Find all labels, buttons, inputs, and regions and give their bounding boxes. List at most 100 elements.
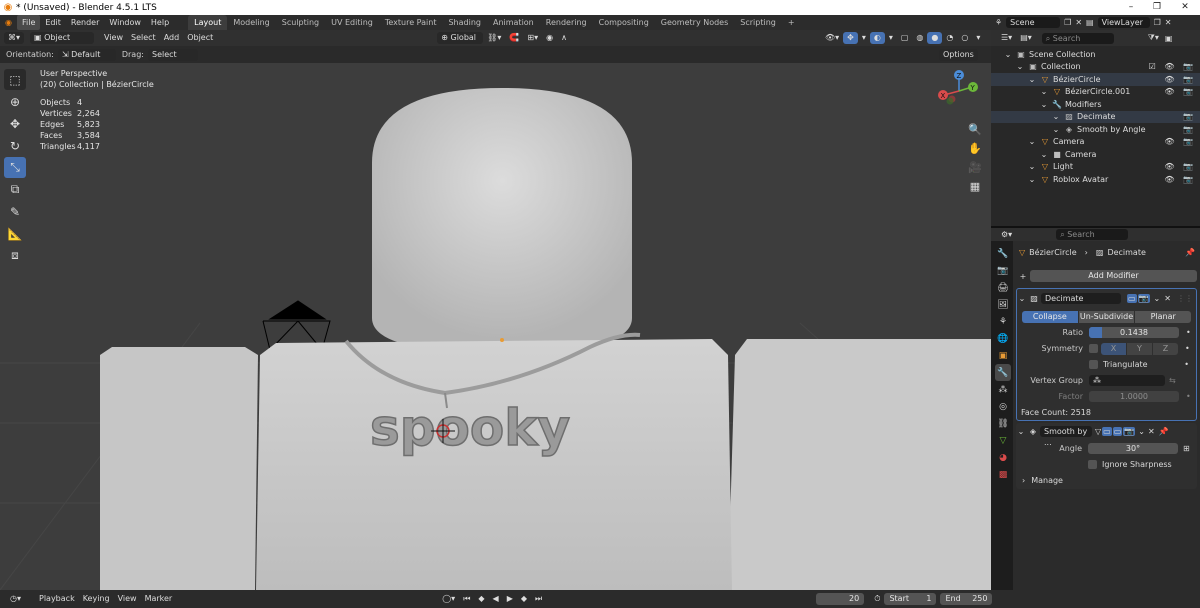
chevron-icon[interactable]: ⌄ [1051,125,1061,134]
pin-icon[interactable]: 📌 [1185,248,1195,257]
close-icon[interactable]: ✕ [1165,18,1172,27]
material-tab-icon[interactable]: ◕ [995,449,1011,466]
menu-object[interactable]: Object [183,32,217,44]
navigation-gizmo[interactable]: Z X Y [932,67,986,111]
snap-target-icon[interactable]: ⊞▾ [523,32,542,44]
angle-field[interactable]: 30° [1088,443,1178,454]
data-tab-icon[interactable]: ▽ [995,432,1011,449]
modifier-name-input[interactable]: Smooth by ... [1040,426,1092,447]
visibility-toggles[interactable]: 👁 📷 [1164,175,1196,184]
tab-animation[interactable]: Animation [487,15,540,30]
proportional-edit-icon[interactable]: ◉ [542,32,557,44]
minimize-button[interactable]: – [1118,0,1144,15]
menu-view[interactable]: View [100,32,127,44]
start-frame-field[interactable]: Start 1 [884,593,937,605]
chevron-icon[interactable]: ⌄ [1027,137,1037,146]
tab-modeling[interactable]: Modeling [227,15,275,30]
visibility-toggles[interactable]: 📷 [1183,112,1196,121]
ratio-slider[interactable]: 0.1438 [1089,327,1179,338]
node-input-icon[interactable]: ⊞ [1183,444,1190,453]
editor-type-icon[interactable]: ◷▾ [6,593,25,605]
texture-tab-icon[interactable]: ▩ [995,466,1011,483]
tab-uv-editing[interactable]: UV Editing [325,15,379,30]
editor-type-icon[interactable]: ☰▾ [997,32,1016,44]
record-icon[interactable]: ◯▾ [438,593,459,605]
tab-sculpting[interactable]: Sculpting [276,15,325,30]
close-icon[interactable]: ✕ [1075,18,1082,27]
close-window-button[interactable]: ✕ [1172,0,1198,15]
menu-view[interactable]: View [114,593,141,605]
scene-field[interactable]: Scene [1006,17,1061,28]
transform-tool[interactable]: ⧉ [4,179,26,200]
chevron-icon[interactable]: ⌄ [1039,150,1049,159]
on-cage-icon[interactable]: ▽ [1095,427,1101,436]
shading-dropdown-icon[interactable]: ▾ [972,32,984,44]
copy-icon[interactable]: ❐ [1064,18,1071,27]
chevron-icon[interactable]: ⌄ [1003,50,1013,59]
filter-icon[interactable]: ⧩▾ [1148,33,1159,43]
modifier-name-input[interactable]: Decimate [1041,293,1121,304]
chevron-icon[interactable]: ⌄ [1015,62,1025,71]
3d-viewport[interactable]: spooky ⬚ ⊕ ✥ ↻ ⤡ ⧉ ✎ 📐 ⧈ User Perspectiv… [0,63,991,590]
menu-select[interactable]: Select [127,32,160,44]
outliner-search-input[interactable]: ⌕ Search [1041,32,1114,44]
grid-view-icon[interactable]: ▦ [966,177,984,195]
tab-compositing[interactable]: Compositing [593,15,655,30]
keyframe-dot-icon[interactable]: • [1186,392,1191,401]
jump-start-icon[interactable]: ⏮ [459,593,474,605]
mode-dropdown[interactable]: ▣ Object Mode [30,32,95,54]
blender-menu-icon[interactable]: ◉ [0,15,17,30]
chevron-down-icon[interactable]: ⌄ [1138,427,1145,436]
play-reverse-icon[interactable]: ◀ [489,593,503,605]
tab-layout[interactable]: Layout [188,15,228,30]
view-layer-tab-icon[interactable]: 🖼 [995,296,1011,313]
overlay-toggle-icon[interactable]: ◐ [869,32,885,44]
tab-un-subdivide[interactable]: Un-Subdivide [1078,310,1135,323]
remove-modifier-icon[interactable]: ✕ [1148,427,1155,436]
tab-geometry-nodes[interactable]: Geometry Nodes [655,15,734,30]
visibility-toggles[interactable]: 📷 [1183,125,1196,134]
chevron-icon[interactable]: ⌄ [1027,162,1037,171]
cursor-tool[interactable]: ⊕ [4,91,26,112]
edit-mode-toggle-icon[interactable]: ▭ [1127,294,1137,303]
copy-icon[interactable]: ❐ [1154,18,1161,27]
edit-mode-toggle-icon[interactable]: ▭ [1102,427,1112,436]
menu-edit[interactable]: Edit [40,15,66,30]
xray-icon[interactable]: ▢ [897,32,913,44]
gizmo-dropdown-icon[interactable]: ▾ [858,32,870,44]
visibility-toggles[interactable]: 👁 📷 [1164,87,1196,96]
ignore-sharpness-checkbox[interactable] [1088,460,1097,469]
render-tab-icon[interactable]: 📷 [995,262,1011,279]
menu-keying[interactable]: Keying [79,593,114,605]
modifier-tab-icon[interactable]: 🔧 [995,364,1011,381]
menu-add[interactable]: Add [160,32,184,44]
camera-view-icon[interactable]: 🎥 [966,158,984,176]
zoom-icon[interactable]: 🔍 [966,120,984,138]
move-tool[interactable]: ✥ [4,113,26,134]
axis-x[interactable]: X [1101,342,1126,355]
add-workspace-button[interactable]: + [782,15,801,30]
viewport-toggle-icon[interactable]: ▭ [1112,427,1123,436]
outliner-row[interactable]: ⌄ 🔧 Modifiers [991,98,1200,111]
outliner-row[interactable]: ⌄ ▽ BézierCircle.001 👁 📷 [991,86,1200,99]
output-tab-icon[interactable]: 🖨 [995,279,1011,296]
chevron-icon[interactable]: ⌄ [1051,112,1061,121]
play-icon[interactable]: ▶ [503,593,517,605]
editor-type-icon[interactable]: ⌘▾ [4,32,25,44]
chevron-icon[interactable]: ⌄ [1039,100,1049,109]
outliner-row[interactable]: ⌄ ▨ Decimate 📷 [991,110,1200,123]
overlay-dropdown-icon[interactable]: ▾ [885,32,897,44]
menu-marker[interactable]: Marker [141,593,177,605]
outliner-row[interactable]: ⌄ ▽ BézierCircle 👁 📷 [991,73,1200,86]
tab-planar[interactable]: Planar [1135,310,1192,323]
falloff-icon[interactable]: ∧ [557,32,571,44]
chevron-down-icon[interactable]: ⌄ [1016,427,1026,436]
pivot-icon[interactable]: ⛓▾ [483,32,505,44]
options-dropdown[interactable]: Options [938,48,978,61]
measure-tool[interactable]: 📐 [4,223,26,244]
vertex-group-field[interactable]: ⁂ [1089,375,1165,386]
annotate-tool[interactable]: ✎ [4,201,26,222]
prev-keyframe-icon[interactable]: ◆ [474,593,488,605]
triangulate-checkbox[interactable] [1089,360,1098,369]
menu-playback[interactable]: Playback [35,593,79,605]
